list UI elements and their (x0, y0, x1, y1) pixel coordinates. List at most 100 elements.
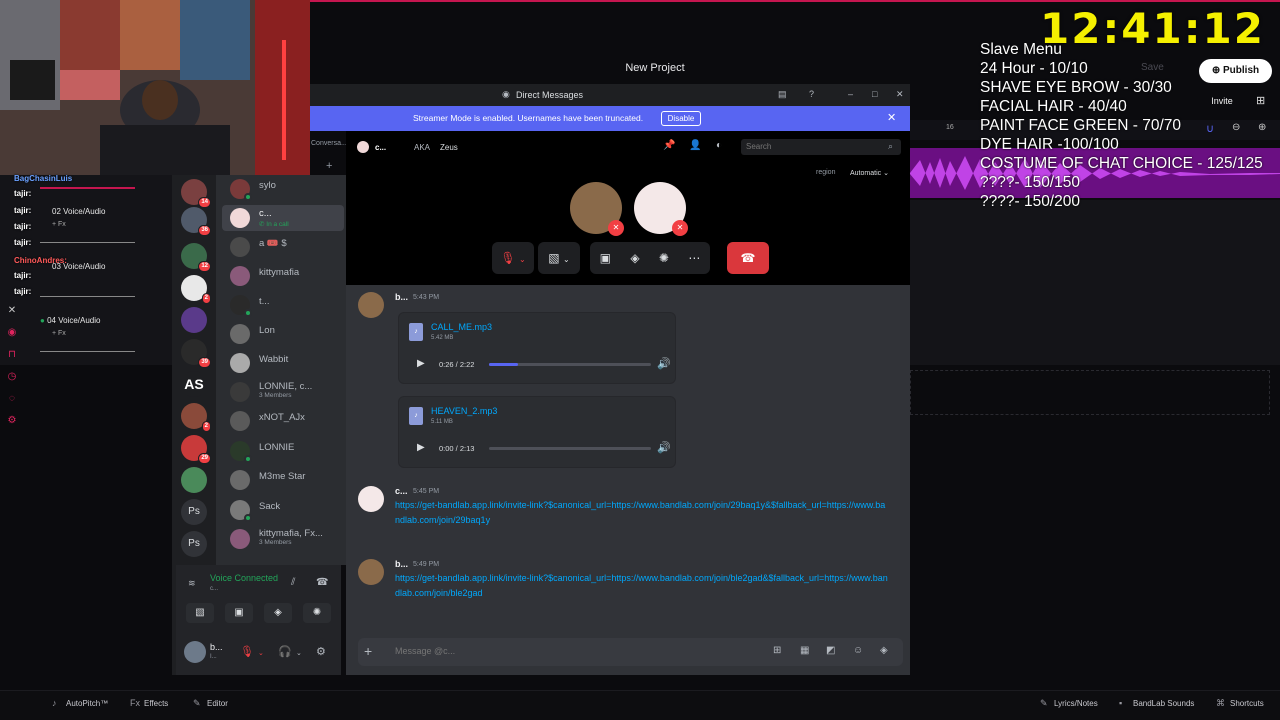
track-fx-button[interactable]: + Fx (52, 221, 66, 228)
settings-icon[interactable]: ⚙ (6, 415, 18, 427)
message-input[interactable] (395, 646, 755, 656)
track-header[interactable]: 02 Voice/Audio (52, 207, 105, 216)
attach-plus-icon[interactable]: + (364, 643, 372, 659)
headphones-icon[interactable]: 🎧 (278, 645, 292, 658)
noise-suppression-icon[interactable]: ⫽ (291, 577, 295, 588)
shortcuts-button[interactable]: ⌘ Shortcuts (1216, 696, 1264, 710)
close-icon[interactable]: ✕ (896, 89, 904, 100)
dm-item[interactable]: LONNIE, c... 3 Members (222, 379, 344, 405)
soundboard-icon[interactable]: ✺ (659, 251, 669, 265)
signal-icon[interactable]: ≋ (188, 578, 196, 589)
server-icon[interactable]: AS (181, 371, 207, 397)
avatar[interactable] (358, 559, 384, 585)
region-select[interactable]: Automatic ⌄ (850, 169, 889, 177)
server-icon[interactable]: 14 (181, 179, 211, 208)
lyrics-button[interactable]: ✎ Lyrics/Notes (1040, 696, 1098, 710)
disconnect-button[interactable]: ☎ (727, 242, 769, 274)
mic-muted-icon[interactable]: 🎙 (240, 645, 254, 658)
minimize-icon[interactable]: – (848, 89, 853, 99)
disconnect-icon[interactable]: ☎ (316, 577, 328, 588)
message-author[interactable]: b... (395, 292, 408, 302)
dm-item[interactable]: Sack (222, 497, 344, 523)
help-icon[interactable]: ? (809, 89, 814, 99)
server-icon[interactable]: 39 (181, 339, 211, 368)
track-lane[interactable] (910, 200, 1280, 365)
server-icon[interactable] (181, 467, 207, 493)
dm-item[interactable]: xNOT_AJx (222, 408, 344, 434)
chevron-down-icon[interactable]: ⌄ (258, 649, 264, 657)
server-icon[interactable]: 36 (181, 207, 211, 236)
message-link[interactable]: https://get-bandlab.app.link/invite-link… (395, 498, 890, 528)
avatar[interactable] (358, 486, 384, 512)
track-header[interactable]: 03 Voice/Audio (52, 262, 105, 271)
server-icon[interactable]: 12 (181, 243, 211, 272)
dm-item[interactable]: LONNIE (222, 438, 344, 464)
camera-button[interactable]: ▧ ⌄ (538, 242, 580, 274)
activity-icon[interactable]: ◈ (264, 603, 292, 623)
disable-button[interactable]: Disable (661, 111, 701, 126)
gear-icon[interactable]: ⚙ (316, 645, 326, 658)
volume-slider[interactable] (40, 187, 135, 189)
track-header[interactable]: ● 04 Voice/Audio (40, 316, 100, 325)
progress-bar[interactable] (489, 363, 651, 366)
activity-icon[interactable]: ◈ (630, 251, 639, 265)
screenshare-icon[interactable]: ▣ (225, 603, 253, 623)
volume-slider[interactable] (40, 296, 135, 297)
add-friend-icon[interactable]: 👤 (689, 140, 701, 151)
gif-icon[interactable]: ▦ (800, 645, 809, 656)
close-icon[interactable]: ✕ (887, 111, 896, 124)
mute-button[interactable]: 🎙 ⌄ (492, 242, 534, 274)
dm-item[interactable]: a 🎟️ $ (222, 234, 344, 260)
video-off-icon[interactable]: ▧ (186, 603, 214, 623)
dm-item[interactable]: M3me Star (222, 467, 344, 493)
play-icon[interactable]: ▶ (417, 358, 425, 369)
dm-item[interactable]: c... ✆ In a call (222, 205, 344, 231)
volume-slider[interactable] (40, 242, 135, 243)
message-link[interactable]: https://get-bandlab.app.link/invite-link… (395, 571, 890, 601)
sounds-button[interactable]: ▪ BandLab Sounds (1119, 696, 1194, 710)
message-author[interactable]: b... (395, 559, 408, 569)
server-icon[interactable]: 2 (181, 403, 211, 432)
volume-slider[interactable] (40, 351, 135, 352)
volume-icon[interactable]: 🔊 (657, 357, 671, 370)
emoji-icon[interactable]: ☺ (853, 645, 863, 656)
server-icon[interactable]: Ps (181, 531, 207, 557)
editor-button[interactable]: ✎ Editor (193, 696, 228, 710)
screenshare-icon[interactable]: ▣ (600, 251, 611, 265)
dm-item[interactable]: kittymafia, Fx... 3 Members (222, 526, 344, 552)
soundboard-icon[interactable]: ✺ (303, 603, 331, 623)
record-icon[interactable]: ◉ (6, 327, 18, 339)
server-icon[interactable]: 2 (181, 275, 211, 304)
maximize-icon[interactable]: □ (872, 89, 877, 99)
game-icon[interactable]: ◈ (880, 645, 888, 656)
file-name[interactable]: HEAVEN_2.mp3 (431, 406, 497, 416)
server-icon[interactable] (181, 307, 207, 333)
avatar[interactable] (184, 641, 206, 663)
gift-icon[interactable]: ⊞ (773, 645, 781, 656)
pin-icon[interactable]: ⊓ (6, 349, 18, 361)
clock-icon[interactable]: ◷ (6, 371, 18, 383)
file-name[interactable]: CALL_ME.mp3 (431, 322, 492, 332)
more-icon[interactable]: ⋯ (688, 251, 700, 265)
progress-bar[interactable] (489, 447, 651, 450)
dm-item[interactable]: t... (222, 292, 344, 318)
create-dm-icon[interactable]: + (326, 160, 332, 172)
dm-item[interactable]: sylo (222, 176, 344, 202)
dm-item[interactable]: Lon (222, 321, 344, 347)
volume-icon[interactable]: 🔊 (657, 441, 671, 454)
server-icon[interactable]: Ps (181, 499, 207, 525)
x-icon[interactable]: ✕ (6, 305, 18, 317)
profile-icon[interactable]: ◐ (716, 140, 722, 151)
message-author[interactable]: c... (395, 486, 408, 496)
track-fx-button[interactable]: + Fx (52, 330, 66, 337)
chat-icon[interactable]: ◌ (6, 393, 18, 405)
sticker-icon[interactable]: ◩ (826, 645, 835, 656)
pin-icon[interactable]: 📌 (663, 140, 675, 151)
play-icon[interactable]: ▶ (417, 442, 425, 453)
drop-zone[interactable] (910, 370, 1270, 415)
autopitch-button[interactable]: ♪ AutoPitch™ (52, 696, 108, 710)
avatar[interactable] (358, 292, 384, 318)
dm-item[interactable]: Wabbit (222, 350, 344, 376)
chevron-down-icon[interactable]: ⌄ (296, 649, 302, 657)
server-icon[interactable]: 29 (181, 435, 211, 464)
